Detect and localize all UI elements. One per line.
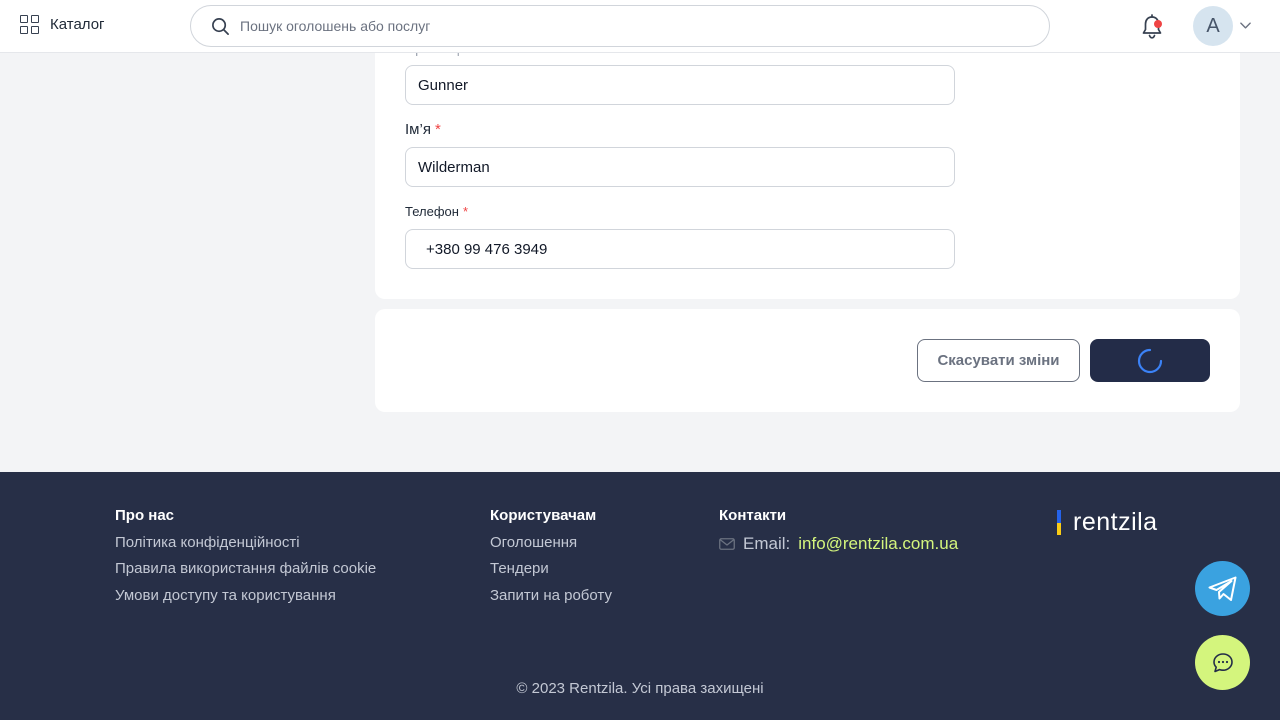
- footer-link-terms[interactable]: Умови доступу та користування: [115, 587, 336, 604]
- search-bar[interactable]: [190, 5, 1050, 47]
- logo-flag-mark: [1057, 510, 1061, 535]
- telegram-icon: [1208, 576, 1236, 601]
- grid-icon: [20, 15, 39, 34]
- catalog-label: Каталог: [50, 16, 105, 33]
- phone-label: Телефон *: [405, 204, 468, 219]
- catalog-button[interactable]: Каталог: [20, 15, 105, 34]
- footer-link-tenders[interactable]: Тендери: [490, 560, 549, 577]
- telegram-button[interactable]: [1195, 561, 1250, 616]
- email-link[interactable]: info@rentzila.com.ua: [798, 534, 958, 554]
- name-field[interactable]: [405, 147, 955, 187]
- footer-contacts-heading: Контакти: [719, 507, 787, 524]
- name-label: Ім’я *: [405, 121, 441, 138]
- email-label: Email:: [743, 534, 791, 553]
- footer-link-job-requests[interactable]: Запити на роботу: [490, 587, 612, 604]
- rentzila-logo[interactable]: rentzila: [1057, 508, 1158, 537]
- footer-link-privacy[interactable]: Політика конфіденційності: [115, 534, 300, 551]
- footer-about-heading: Про нас: [115, 507, 175, 524]
- search-input[interactable]: [240, 18, 1020, 34]
- mail-icon: [719, 538, 735, 550]
- search-icon: [212, 17, 229, 35]
- phone-field[interactable]: [405, 229, 955, 269]
- cancel-changes-button[interactable]: Скасувати зміни: [917, 339, 1080, 382]
- footer-users-heading: Користувачам: [490, 507, 597, 524]
- notification-dot: [1154, 20, 1162, 28]
- save-button[interactable]: [1090, 339, 1210, 382]
- loading-spinner-icon: [1137, 348, 1163, 373]
- logo-text: rentzila: [1073, 508, 1158, 536]
- footer-link-ads[interactable]: Оголошення: [490, 534, 577, 551]
- footer-link-cookie[interactable]: Правила використання файлів cookie: [115, 560, 376, 577]
- notifications-button[interactable]: [1140, 14, 1164, 40]
- top-header: Каталог A: [0, 0, 1280, 53]
- copyright-text: © 2023 Rentzila. Усі права захищені: [516, 680, 764, 697]
- chat-button[interactable]: [1195, 635, 1250, 690]
- chat-bubble-icon: [1212, 652, 1233, 672]
- footer-email-row: Email: info@rentzila.com.ua: [719, 534, 958, 554]
- avatar[interactable]: A: [1193, 6, 1233, 46]
- chevron-down-icon[interactable]: [1239, 19, 1252, 32]
- surname-field[interactable]: [405, 65, 955, 105]
